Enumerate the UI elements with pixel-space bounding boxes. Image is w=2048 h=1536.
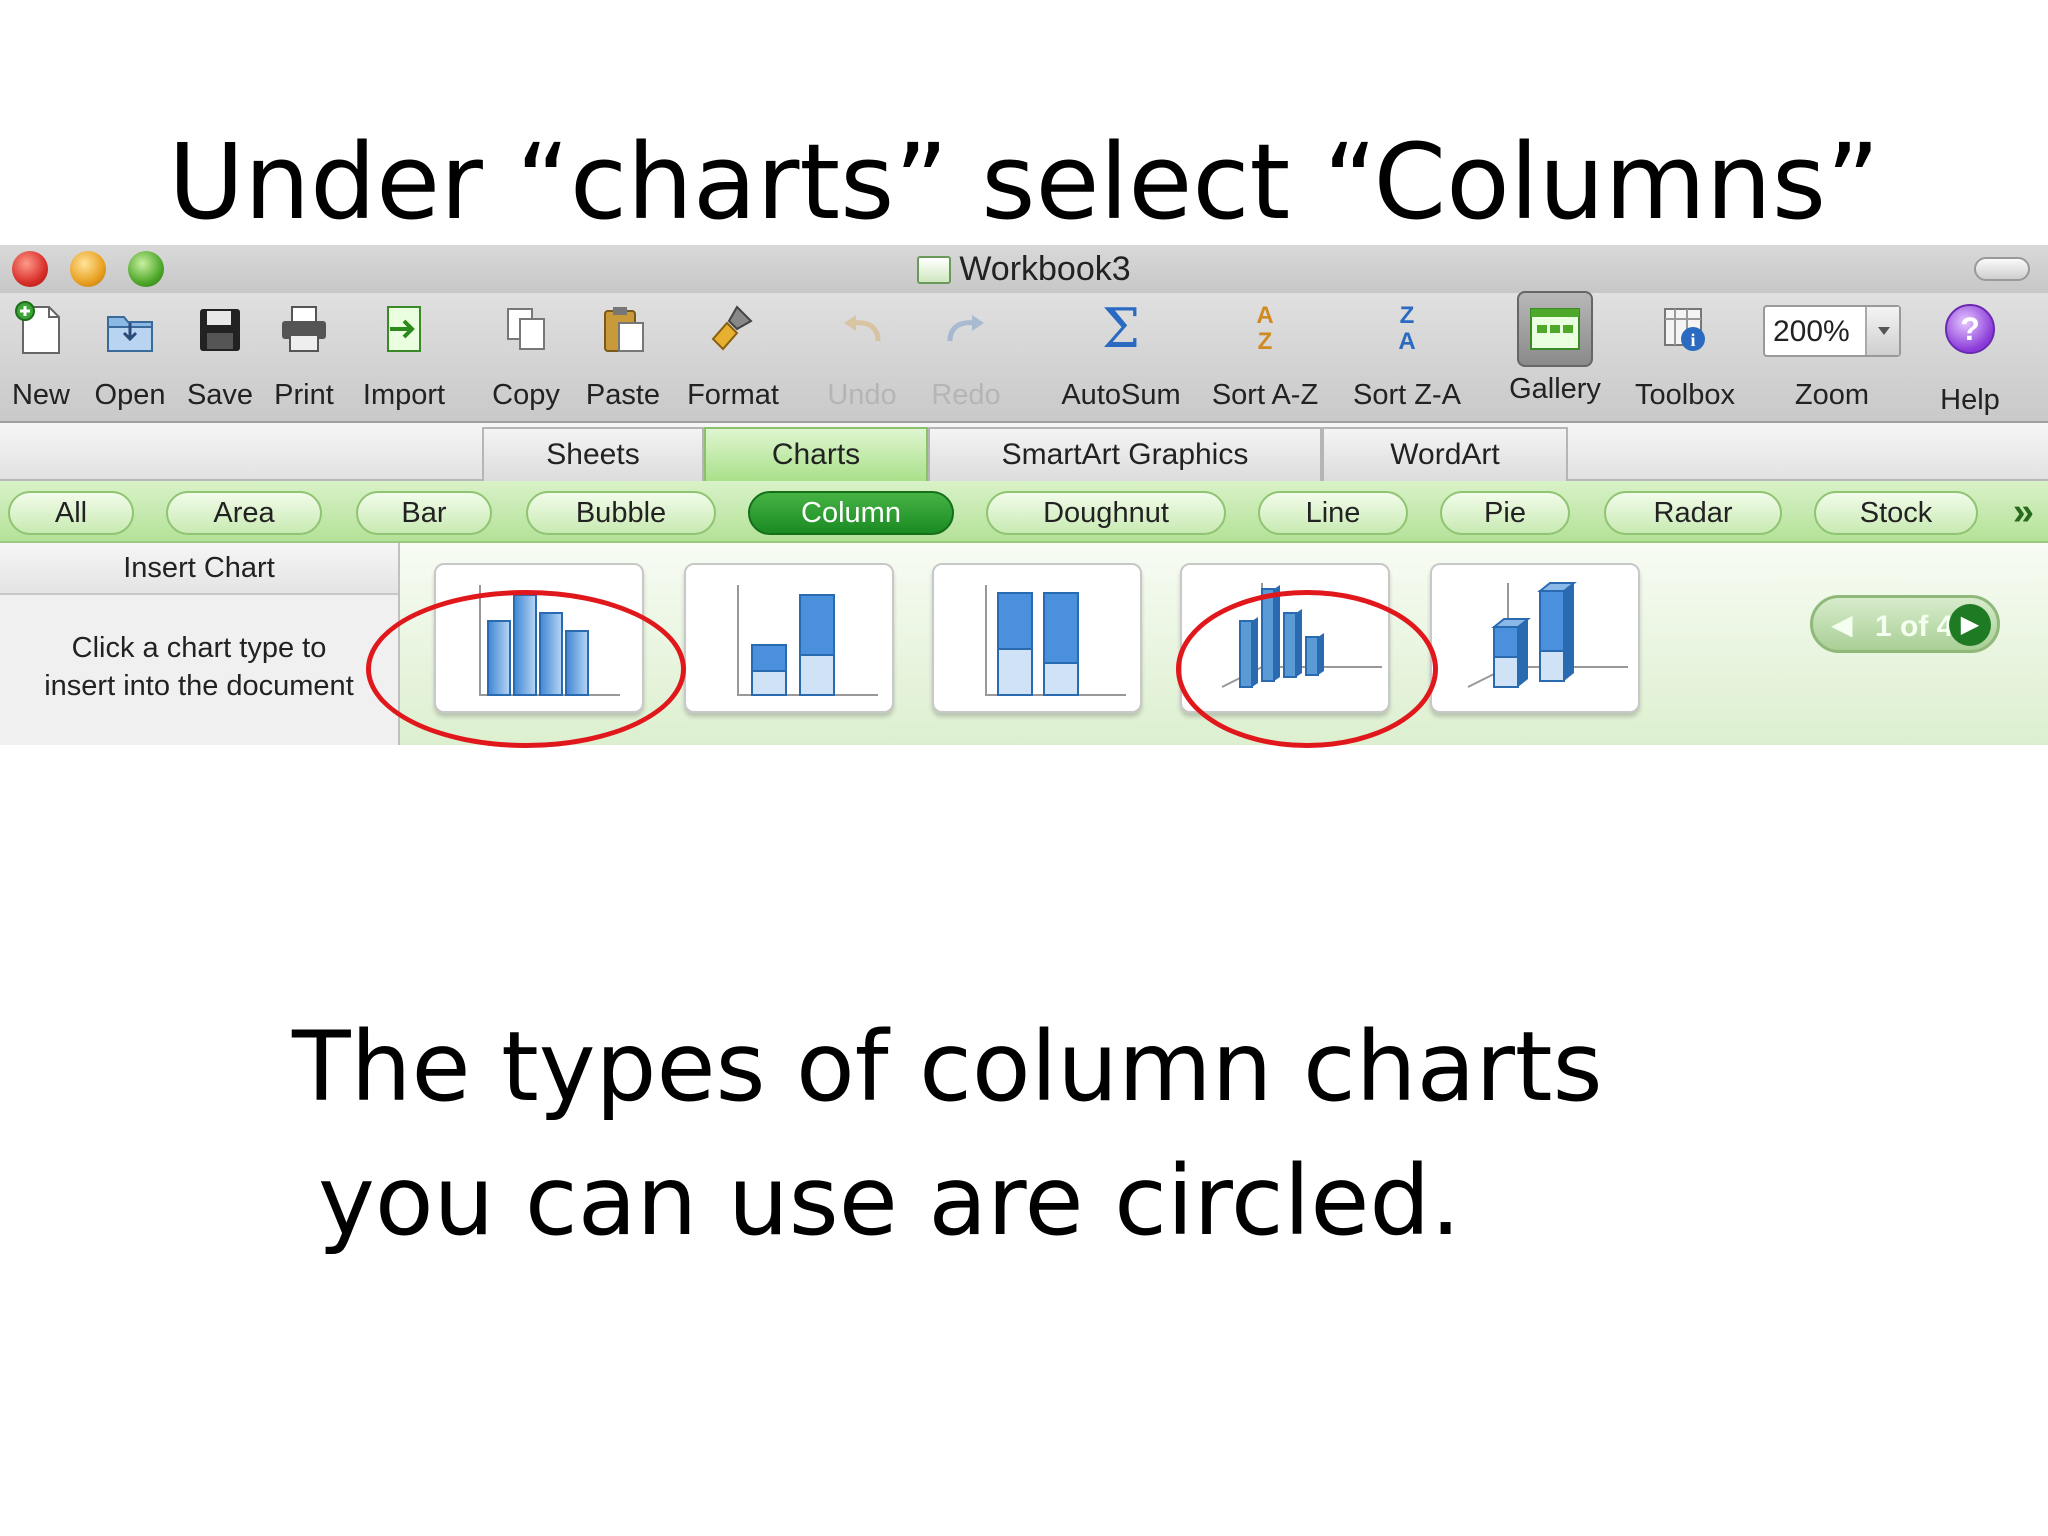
- help-icon: ?: [1942, 304, 1998, 364]
- paste-button[interactable]: Paste: [580, 299, 666, 412]
- chart-filter-column[interactable]: Column: [748, 491, 954, 535]
- 100-stacked-column-icon: [985, 585, 1126, 696]
- undo-icon: [834, 299, 890, 359]
- new-document-icon: [13, 299, 69, 359]
- slide-caption: The types of column charts you can use a…: [292, 1011, 1603, 1258]
- gallery-icon: [1517, 291, 1593, 367]
- import-button[interactable]: Import: [352, 299, 456, 412]
- redo-button[interactable]: Redo: [924, 299, 1008, 412]
- 3d-stacked-column-thumbnail[interactable]: [1430, 563, 1640, 713]
- chart-filter-pie[interactable]: Pie: [1440, 491, 1570, 535]
- chart-filter-bar[interactable]: Bar: [356, 491, 492, 535]
- zoom-control: 200% Zoom: [1762, 299, 1902, 412]
- help-button[interactable]: ? Help: [1930, 299, 2010, 417]
- clustered-column-thumbnail[interactable]: [434, 563, 644, 713]
- stacked-column-icon: [737, 585, 878, 696]
- save-button[interactable]: Save: [182, 299, 258, 412]
- copy-button[interactable]: Copy: [486, 299, 566, 412]
- open-folder-icon: [102, 299, 158, 359]
- toolbox-button[interactable]: i Toolbox: [1620, 299, 1750, 412]
- ribbon-tab-bar: Sheets Charts SmartArt Graphics WordArt: [0, 423, 2048, 481]
- title-bar: Workbook3: [0, 245, 2048, 293]
- printer-icon: [276, 299, 332, 359]
- toolbox-icon: i: [1657, 299, 1713, 359]
- gallery-button[interactable]: Gallery: [1502, 291, 1608, 406]
- insert-chart-hint: Click a chart type to insert into the do…: [44, 632, 354, 702]
- standard-toolbar: New Open Save Print Import Copy Paste Fo…: [0, 291, 2048, 423]
- 100-stacked-column-thumbnail[interactable]: [932, 563, 1142, 713]
- slide-title: Under “charts” select “Columns”: [168, 121, 1880, 243]
- next-page-icon[interactable]: ▶: [1949, 604, 1991, 646]
- tab-sheets[interactable]: Sheets: [482, 427, 704, 481]
- excel-window: Workbook3 New Open Save Print Import Cop…: [0, 245, 2048, 745]
- sort-z-a-button[interactable]: Z A Sort Z-A: [1342, 299, 1472, 412]
- sort-a-z-button[interactable]: A Z Sort A-Z: [1200, 299, 1330, 412]
- paintbrush-icon: [705, 299, 761, 359]
- stacked-column-thumbnail[interactable]: [684, 563, 894, 713]
- tab-charts[interactable]: Charts: [704, 427, 928, 481]
- svg-text:i: i: [1690, 330, 1695, 350]
- autosum-button[interactable]: Σ AutoSum: [1046, 299, 1196, 412]
- chart-type-filter-bar: All Area Bar Bubble Column Doughnut Line…: [0, 481, 2048, 543]
- import-icon: [376, 299, 432, 359]
- previous-page-icon[interactable]: ◀: [1831, 608, 1853, 641]
- open-button[interactable]: Open: [88, 299, 172, 412]
- more-chart-types-icon[interactable]: »: [2013, 491, 2034, 534]
- chart-filter-stock[interactable]: Stock: [1814, 491, 1978, 535]
- chart-gallery: Insert Chart Click a chart type to inser…: [0, 543, 2048, 745]
- window-title: Workbook3: [0, 245, 2048, 293]
- chart-filter-line[interactable]: Line: [1258, 491, 1408, 535]
- insert-chart-panel: Insert Chart Click a chart type to inser…: [0, 543, 400, 745]
- copy-icon: [498, 299, 554, 359]
- chart-filter-area[interactable]: Area: [166, 491, 322, 535]
- gallery-pager: ◀ 1 of 4 ▶: [1810, 595, 2000, 653]
- clustered-column-icon: [479, 585, 620, 696]
- floppy-disk-icon: [192, 299, 248, 359]
- page-indicator: 1 of 4: [1875, 610, 1954, 643]
- chart-filter-bubble[interactable]: Bubble: [526, 491, 716, 535]
- sort-ascending-icon: A Z: [1256, 302, 1274, 355]
- zoom-dropdown-arrow-icon[interactable]: [1865, 307, 1899, 355]
- print-button[interactable]: Print: [266, 299, 342, 412]
- tab-smartart-graphics[interactable]: SmartArt Graphics: [928, 427, 1322, 481]
- tab-wordart[interactable]: WordArt: [1322, 427, 1568, 481]
- format-button[interactable]: Format: [678, 299, 788, 412]
- chart-filter-doughnut[interactable]: Doughnut: [986, 491, 1226, 535]
- sort-descending-icon: Z A: [1398, 302, 1416, 355]
- toolbar-toggle-button[interactable]: [1974, 257, 2030, 281]
- chart-filter-radar[interactable]: Radar: [1604, 491, 1782, 535]
- sigma-icon: Σ: [1101, 297, 1141, 360]
- zoom-select[interactable]: 200%: [1763, 305, 1901, 357]
- 3d-stacked-column-icon: [1467, 582, 1628, 688]
- 3d-clustered-column-thumbnail[interactable]: [1180, 563, 1390, 713]
- chart-filter-all[interactable]: All: [8, 491, 134, 535]
- undo-button[interactable]: Undo: [820, 299, 904, 412]
- insert-chart-header: Insert Chart: [0, 543, 398, 595]
- new-button[interactable]: New: [6, 299, 76, 412]
- clipboard-icon: [595, 299, 651, 359]
- redo-icon: [938, 299, 994, 359]
- zoom-value: 200%: [1773, 315, 1850, 348]
- 3d-clustered-column-icon: [1221, 583, 1382, 688]
- workbook-icon: [917, 256, 952, 284]
